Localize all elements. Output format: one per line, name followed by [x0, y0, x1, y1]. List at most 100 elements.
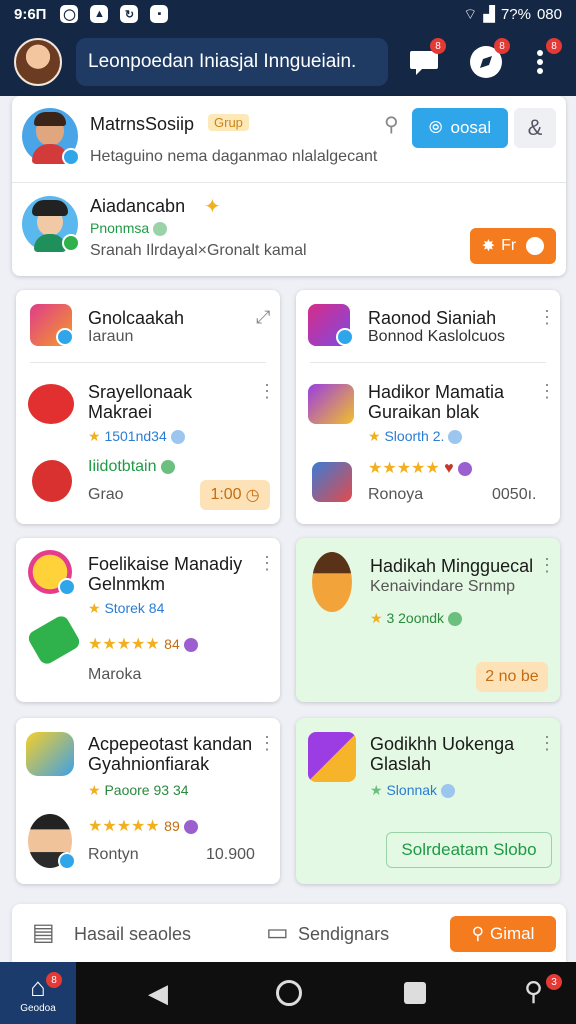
search-icon[interactable]: ⚲ [384, 112, 399, 137]
trophy-icon [26, 732, 74, 776]
back-icon[interactable]: ◀ [148, 978, 168, 1009]
card-footer: Maroka [88, 666, 142, 683]
candy-icon [28, 384, 74, 424]
sync-icon: ↻ [120, 5, 139, 23]
card-subtitle: Kenaivindare Srnmp [370, 578, 515, 595]
status-time: 9:6П [14, 5, 47, 23]
home-icon: ⌂ [30, 972, 46, 1002]
join-button[interactable]: ⦾ oosal [412, 108, 508, 148]
verified-icon [58, 578, 76, 596]
primary-action-button[interactable]: ⚲ Gimal [450, 916, 556, 952]
group-card: MatrnsSosiip Grup ⚲ ⦾ oosal & Hetaguino … [12, 96, 566, 276]
card-subtitle: Guraikan blak [368, 402, 480, 422]
profile-avatar[interactable] [14, 38, 62, 86]
product-card-6[interactable]: Godikhh Uokenga Glaslah ⋮ ★ Slonnak Solr… [296, 718, 560, 884]
bag-icon [32, 460, 72, 502]
price-tag[interactable]: 2 no be [476, 662, 548, 692]
collection-icon[interactable]: ▤ [32, 918, 55, 947]
toy-icon [312, 462, 352, 502]
card-price: 10.900 [206, 846, 255, 863]
verified-icon [58, 852, 76, 870]
group-chip: Grup [208, 114, 249, 131]
card-subtitle: Glaslah [370, 754, 432, 774]
card-subtitle: Gyahnionfiarak [88, 754, 210, 774]
card-rating: ★ 1501nd34 [88, 428, 185, 445]
divider [12, 182, 566, 183]
product-card-2[interactable]: Raonod Sianiah Bonnod Kaslolcuos ⋮ Hadik… [296, 290, 560, 524]
app-bar: Leonpoedan Iniasjal Inngueiain. 8 8 8 [0, 28, 576, 96]
verified-icon [56, 328, 74, 346]
product-card-4[interactable]: Hadikah Mingguecal Kenaivindare Srnmp ⋮ … [296, 538, 560, 702]
chat-button[interactable]: 8 [404, 38, 446, 82]
more-vert-icon[interactable]: ⋮ [538, 556, 556, 574]
recents-icon[interactable] [404, 982, 426, 1004]
navigation-bar: ⌂ Geodoa 8 ◀ ⚲ 3 [0, 962, 576, 1024]
group-name: MatrnsSosiip [90, 114, 195, 134]
card-footer: Rontyn [88, 846, 139, 863]
search-nav-icon[interactable]: ⚲ [524, 976, 543, 1007]
status-extra: 080 [536, 5, 562, 23]
card-footer: Ronoya [368, 486, 424, 503]
card-subtitle: Bonnod Kaslolcuos [368, 328, 505, 345]
explore-badge: 8 [494, 38, 510, 54]
ticket-icon [25, 613, 83, 667]
explore-button[interactable]: 8 [466, 38, 510, 82]
member-action-button[interactable]: ✸ Fr [470, 228, 556, 264]
menu-button[interactable]: 8 [520, 38, 562, 82]
card-title: Srayellonaak [88, 382, 193, 402]
pin-icon[interactable]: ⤢ [256, 308, 270, 326]
action-left-label[interactable]: Hasail seaoles [74, 924, 191, 945]
home-circle-icon[interactable] [276, 980, 302, 1006]
signal-icon: ▟ [483, 6, 495, 23]
more-vert-icon [537, 50, 543, 74]
online-icon [62, 234, 80, 252]
card-title: Foelikaise Manadiy [88, 554, 243, 574]
chat-badge: 8 [430, 38, 446, 54]
more-vert-icon[interactable]: ⋮ [538, 382, 556, 400]
card-rating: ★ 3 2oondk [370, 610, 463, 627]
card-subtitle: Iaraun [88, 328, 134, 345]
person-icon [312, 552, 352, 612]
group-description: Hetaguino nema daganmao nlalalgecant [90, 148, 378, 165]
add-member-button[interactable]: & [514, 108, 556, 148]
search-icon: ⚲ [471, 924, 485, 943]
more-vert-icon[interactable]: ⋮ [258, 382, 276, 400]
card-title: Iiidotbtain [88, 458, 175, 476]
gallery-icon: ▲ [90, 5, 109, 23]
card-title: Acpepeotast kandan [88, 734, 253, 754]
product-card-3[interactable]: Foelikaise Manadiy Gelnmkm ⋮ ★ Storek 84… [16, 538, 280, 702]
more-vert-icon[interactable]: ⋮ [538, 734, 556, 752]
gift-box-icon [308, 384, 354, 424]
card-price: 0050ı. [492, 486, 537, 503]
card-title: Hadikor Mamatia [368, 382, 505, 402]
card-rating: ★ Storek 84 [88, 600, 165, 616]
card-title: Hadikah Mingguecal [370, 556, 534, 576]
home-badge: 8 [46, 972, 62, 988]
product-card-1[interactable]: Gnolcaakah Iaraun ⤢ Srayellonaak Makraei… [16, 290, 280, 524]
chat-bubble-icon[interactable]: ▭ [266, 918, 289, 947]
home-button[interactable]: ⌂ Geodoa 8 [0, 962, 76, 1024]
more-vert-icon[interactable]: ⋮ [258, 554, 276, 572]
card-title: Gnolcaakah [88, 308, 185, 328]
card-footer: Grao [88, 486, 124, 503]
star-rating: ★★★★★ ♥ [368, 458, 472, 478]
menu-badge: 8 [546, 38, 562, 54]
action-bar: ▤ Hasail seaoles ▭ Sendignars ⚲ Gimal [12, 904, 566, 964]
member-action-label: Fr [501, 237, 517, 254]
verified-icon [336, 328, 354, 346]
search-bar[interactable]: Leonpoedan Iniasjal Inngueiain. [76, 38, 388, 86]
gift-box-icon [308, 732, 356, 782]
card-title: Godikhh Uokenga [370, 734, 515, 754]
more-vert-icon[interactable]: ⋮ [538, 308, 556, 326]
member-name: Aiadancabn [90, 196, 186, 216]
product-card-5[interactable]: Acpepeotast kandan Gyahnionfiarak ⋮ ★ Pa… [16, 718, 280, 884]
card-subtitle: Makraei [88, 402, 153, 422]
card-rating: ★ Paoore 93 34 [88, 782, 189, 798]
price-tag[interactable]: 1:00 ◷ [200, 480, 270, 510]
card-action-button[interactable]: Solrdeatam Slobo [386, 832, 552, 868]
join-label: oosal [450, 118, 492, 137]
action-middle-label[interactable]: Sendignars [298, 924, 389, 945]
more-vert-icon[interactable]: ⋮ [258, 734, 276, 752]
timer-icon: ◷ [245, 487, 260, 504]
card-rating: ★ Sloorth 2. [368, 428, 463, 445]
